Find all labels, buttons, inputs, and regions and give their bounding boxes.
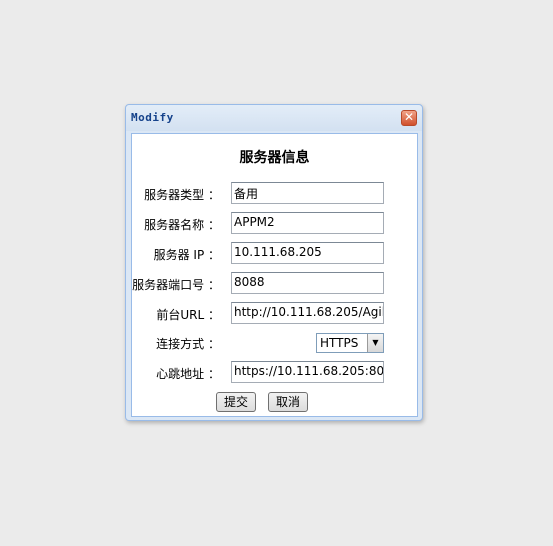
server-name-field[interactable]: APPM2 (231, 212, 384, 234)
server-ip-label: 服务器 IP ： (153, 248, 220, 262)
connection-mode-select[interactable]: HTTPS ▼ (316, 333, 384, 353)
frontend-url-field[interactable]: http://10.111.68.205/AgileP (231, 302, 384, 324)
dialog-title: Modify (131, 111, 174, 124)
server-type-label: 服务器类型 ： (144, 188, 220, 202)
dropdown-arrow-icon[interactable]: ▼ (367, 334, 383, 352)
connection-mode-label: 连接方式 ： (156, 337, 220, 351)
close-icon[interactable]: ✕ (401, 110, 417, 126)
dialog-titlebar[interactable]: Modify ✕ (126, 105, 422, 131)
server-ip-field[interactable]: 10.111.68.205 (231, 242, 384, 264)
heartbeat-url-label: 心跳地址 ： (156, 367, 220, 381)
server-port-label: 服务器端口号 ： (132, 278, 220, 292)
server-name-label: 服务器名称 ： (144, 218, 220, 232)
connection-mode-value: HTTPS (320, 336, 359, 350)
heartbeat-url-field[interactable]: https://10.111.68.205:8088 (231, 361, 384, 383)
dialog-body: 服务器信息 服务器类型 ： 备用 服务器名称 ： APPM2 服务器 IP ： … (131, 133, 418, 417)
form-heading: 服务器信息 (239, 150, 310, 166)
server-type-field[interactable]: 备用 (231, 182, 384, 204)
submit-button[interactable]: 提交 (216, 392, 256, 412)
modify-dialog: Modify ✕ 服务器信息 服务器类型 ： 备用 服务器名称 ： APPM2 … (125, 104, 423, 421)
cancel-button[interactable]: 取消 (268, 392, 308, 412)
server-port-field[interactable]: 8088 (231, 272, 384, 294)
frontend-url-label: 前台URL ： (156, 308, 220, 322)
